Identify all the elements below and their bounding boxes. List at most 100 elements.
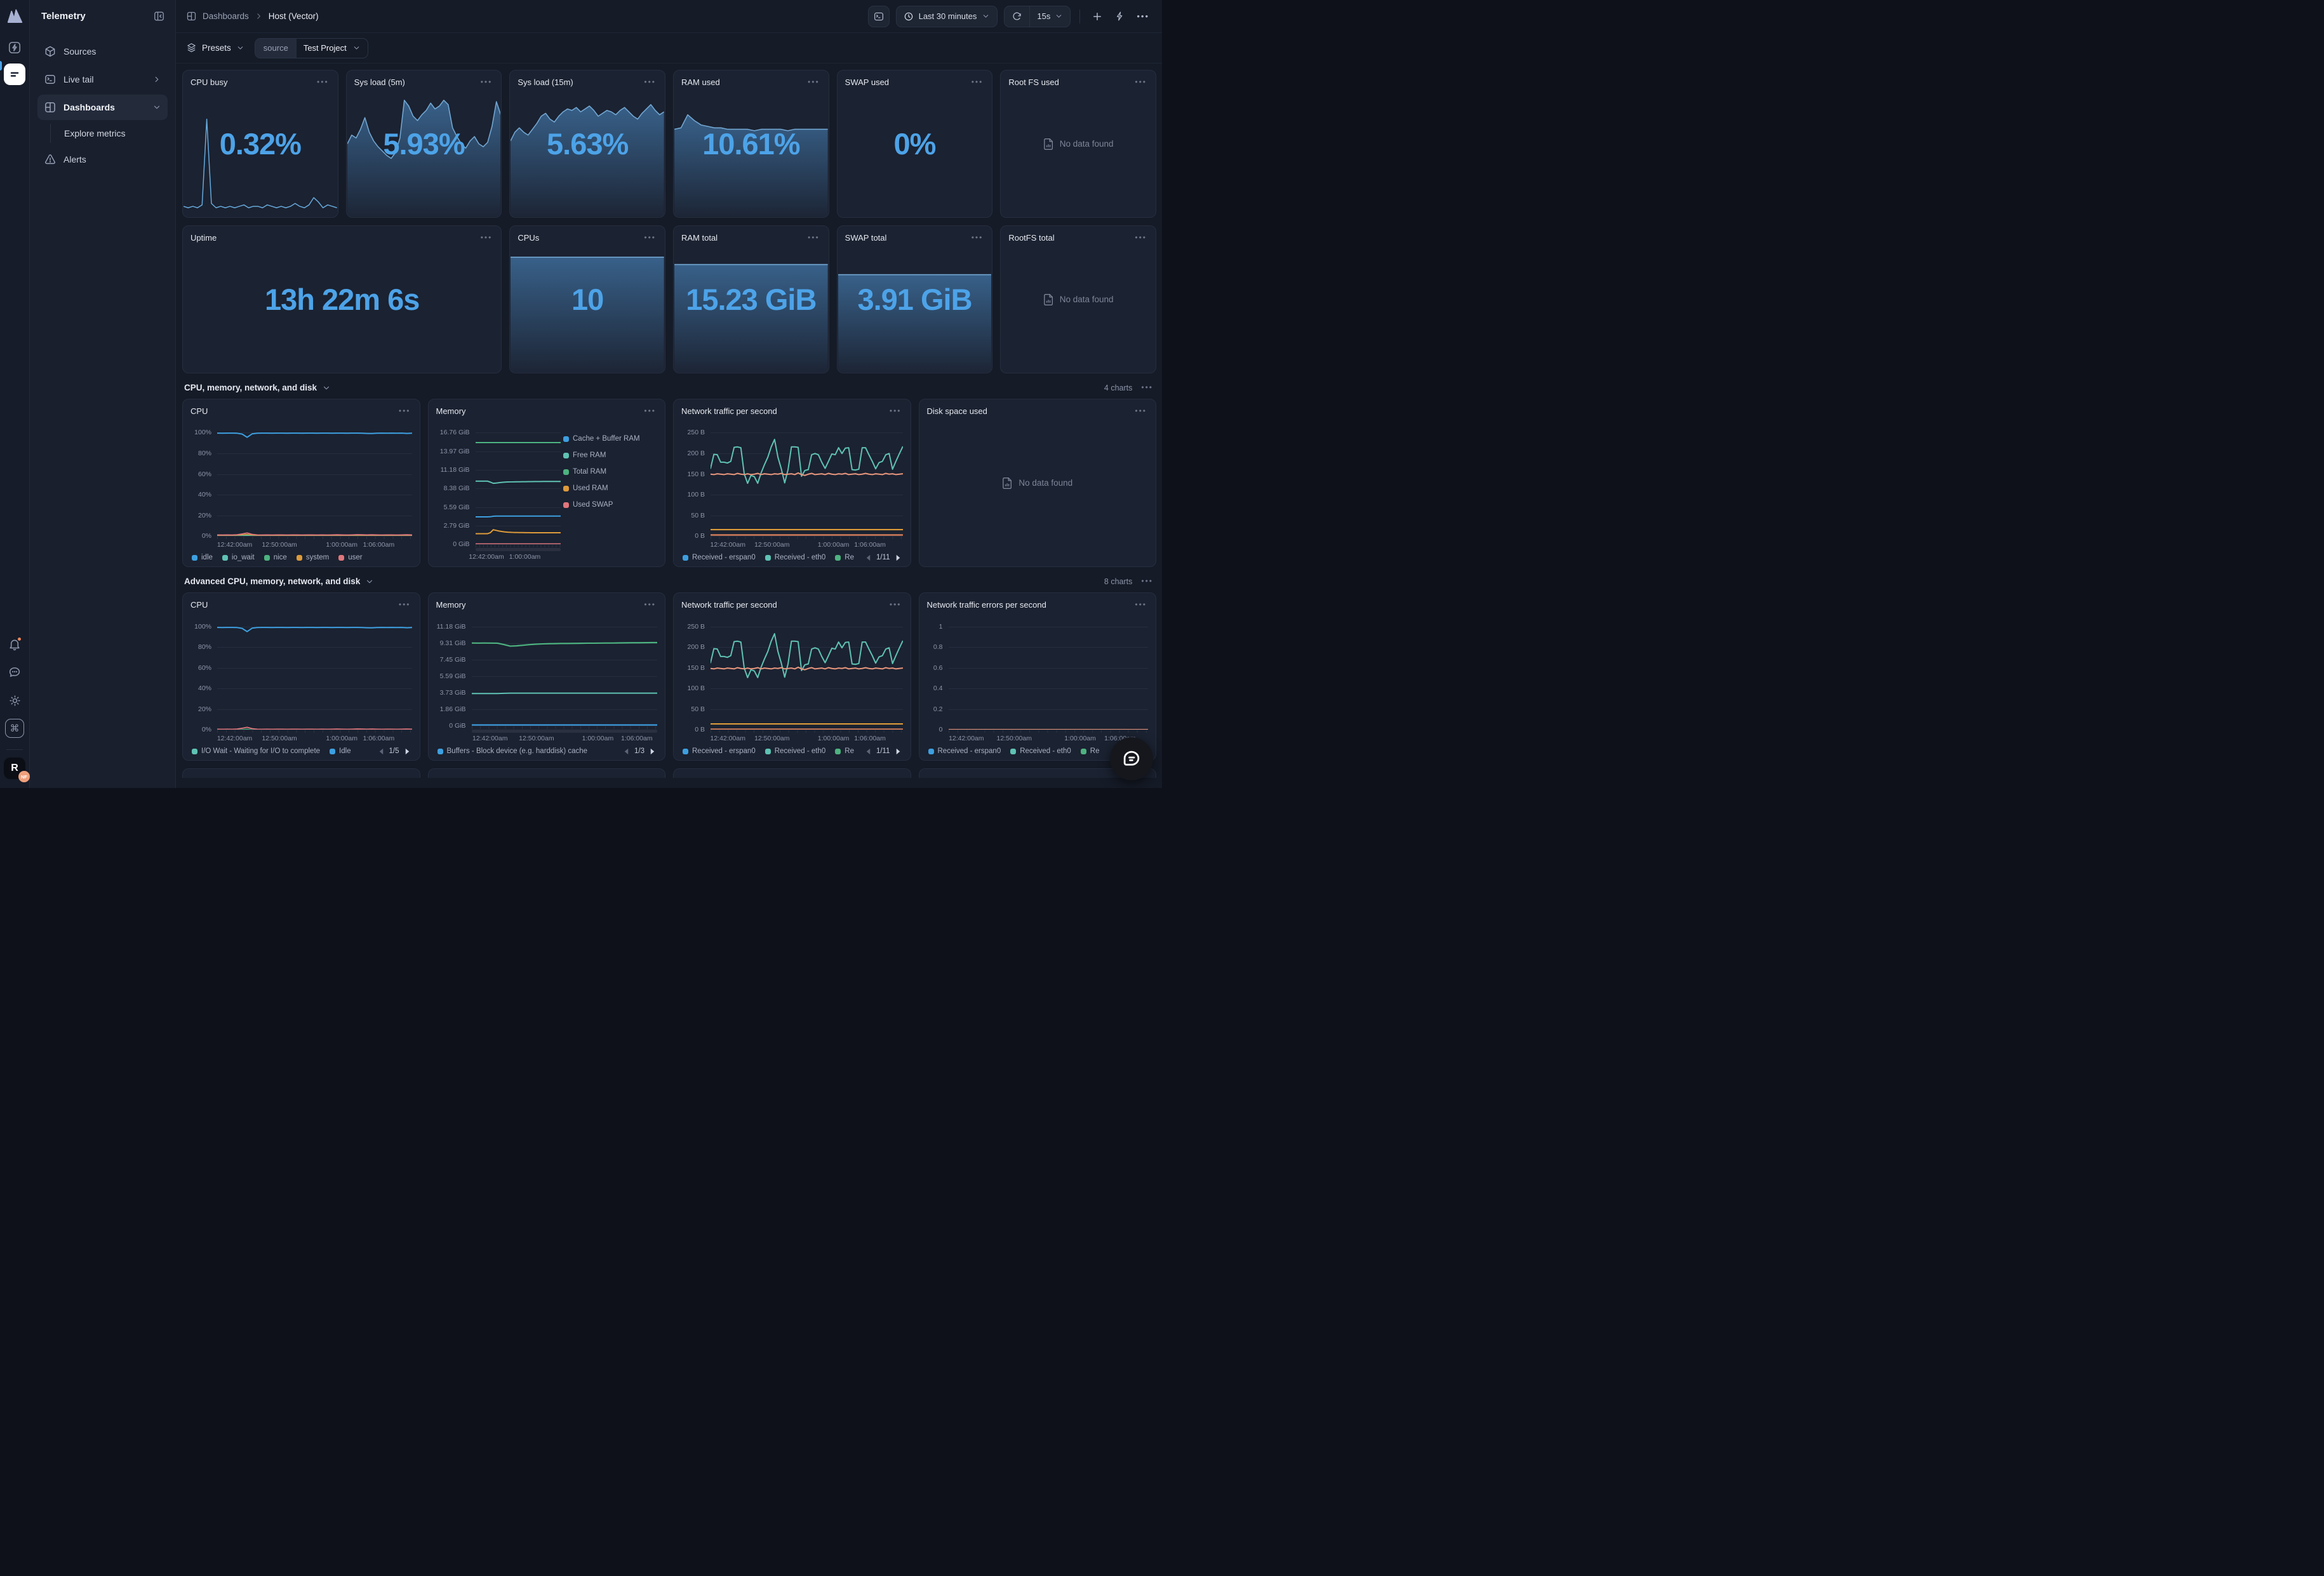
- sidebar-item-sources[interactable]: Sources: [37, 39, 168, 64]
- legend-item[interactable]: Received - eth0: [1010, 747, 1071, 755]
- panel-view-button[interactable]: [868, 6, 890, 27]
- y-tick-label: 0.8: [933, 643, 943, 651]
- plot-area: [949, 627, 1149, 730]
- legend-item[interactable]: I/O Wait - Waiting for I/O to complete: [192, 747, 320, 755]
- panel-menu-button[interactable]: •••: [643, 77, 657, 87]
- legend-item[interactable]: Received - eth0: [765, 554, 826, 561]
- legend-item[interactable]: Free RAM: [563, 451, 657, 459]
- legend-item[interactable]: Total RAM: [563, 468, 657, 476]
- add-panel-button[interactable]: [1089, 8, 1105, 25]
- section-toggle[interactable]: CPU, memory, network, and disk: [184, 383, 331, 392]
- panel-menu-button[interactable]: •••: [643, 406, 657, 416]
- chart-row-2: CPU•••100%80%60%40%20%0%12:42:00am12:50:…: [182, 592, 1156, 761]
- panel-menu-button[interactable]: •••: [888, 406, 903, 416]
- page-next-button[interactable]: [649, 748, 656, 755]
- panel-menu-button[interactable]: •••: [970, 77, 985, 87]
- more-options-button[interactable]: •••: [1134, 9, 1152, 23]
- bolt-square-icon: [8, 41, 22, 55]
- page-next-button[interactable]: [895, 554, 902, 561]
- legend-item[interactable]: io_wait: [222, 554, 255, 561]
- notifications-button[interactable]: [4, 634, 25, 655]
- user-avatar[interactable]: R NF: [4, 758, 25, 779]
- shortcuts-button[interactable]: ⌘: [4, 718, 25, 739]
- legend-swatch: [765, 749, 771, 754]
- panel-menu-button[interactable]: •••: [888, 600, 903, 610]
- refresh-now-button[interactable]: [1005, 6, 1029, 27]
- time-range-selector[interactable]: Last 30 minutes: [896, 6, 998, 27]
- panel-menu-button[interactable]: •••: [1133, 406, 1148, 416]
- panel-menu-button[interactable]: •••: [643, 600, 657, 610]
- section-menu-button[interactable]: •••: [1140, 577, 1154, 586]
- sidebar-item-live-tail[interactable]: Live tail: [37, 67, 168, 92]
- panel-menu-button[interactable]: •••: [1133, 600, 1148, 610]
- theme-toggle-button[interactable]: [4, 690, 25, 711]
- panel-menu-button[interactable]: •••: [806, 77, 821, 87]
- x-tick-label: 12:42:00am: [949, 735, 984, 742]
- y-tick-label: 13.97 GiB: [440, 448, 470, 455]
- y-tick-label: 8.38 GiB: [444, 484, 470, 492]
- page-next-button[interactable]: [895, 748, 902, 755]
- sidebar-item-dashboards[interactable]: Dashboards: [37, 95, 168, 120]
- panel-menu-button[interactable]: •••: [643, 233, 657, 243]
- legend-item[interactable]: user: [338, 554, 362, 561]
- legend-item[interactable]: Buffers - Block device (e.g. harddisk) c…: [437, 747, 588, 755]
- panel-sys-load-5m: Sys load (5m)•••5.93%: [346, 70, 502, 218]
- legend-item[interactable]: Used RAM: [563, 484, 657, 492]
- panel-menu-button[interactable]: •••: [397, 600, 412, 610]
- legend-item[interactable]: Received - erspan0: [928, 747, 1001, 755]
- panel-menu-button[interactable]: •••: [479, 233, 494, 243]
- x-tick-label: 12:42:00am: [217, 735, 252, 742]
- panel-title: CPU: [190, 600, 208, 610]
- panel-header: CPU busy•••: [183, 70, 338, 87]
- legend-item[interactable]: idle: [192, 554, 213, 561]
- panel-menu-button[interactable]: •••: [806, 233, 821, 243]
- y-tick-label: 1: [939, 623, 943, 631]
- collapse-sidebar-button[interactable]: [153, 10, 165, 22]
- legend-swatch: [563, 502, 569, 508]
- legend-item[interactable]: Idle: [330, 747, 351, 755]
- source-filter[interactable]: source Test Project: [255, 38, 368, 58]
- dashboard-scroll-area[interactable]: CPU busy•••0.32%Sys load (5m)•••5.93%Sys…: [176, 63, 1162, 788]
- y-axis-labels: 100%80%60%40%20%0%: [190, 627, 217, 730]
- legend-item[interactable]: Used SWAP: [563, 501, 657, 509]
- breadcrumb-dashboards-link[interactable]: Dashboards: [203, 11, 249, 21]
- rail-quickstart-button[interactable]: [4, 37, 25, 58]
- panel-menu-button[interactable]: •••: [397, 406, 412, 416]
- sidebar-item-explore-metrics[interactable]: Explore metrics: [50, 124, 168, 143]
- page-next-button[interactable]: [404, 748, 411, 755]
- legend-item[interactable]: Re: [835, 554, 854, 561]
- section-toggle[interactable]: Advanced CPU, memory, network, and disk: [184, 577, 374, 586]
- panel-menu-button[interactable]: •••: [316, 77, 330, 87]
- legend-item[interactable]: Received - eth0: [765, 747, 826, 755]
- x-tick-label: 1:00:00am: [582, 735, 614, 742]
- presets-dropdown[interactable]: Presets: [186, 43, 244, 53]
- plot-area: [476, 432, 561, 544]
- page-prev-button[interactable]: [623, 748, 630, 755]
- legend-item[interactable]: Received - erspan0: [683, 747, 756, 755]
- legend-item[interactable]: nice: [264, 554, 287, 561]
- legend-item[interactable]: Cache + Buffer RAM: [563, 435, 657, 443]
- panel-menu-button[interactable]: •••: [970, 233, 985, 243]
- panel-menu-button[interactable]: •••: [479, 77, 494, 87]
- section-menu-button[interactable]: •••: [1140, 383, 1154, 392]
- quick-actions-button[interactable]: [1112, 8, 1128, 24]
- chat-fab[interactable]: [1110, 737, 1153, 780]
- sidebar-item-alerts[interactable]: Alerts: [37, 147, 168, 172]
- page-prev-button[interactable]: [378, 748, 385, 755]
- x-tick-label: 12:42:00am: [710, 541, 745, 549]
- legend-item[interactable]: Re: [835, 747, 854, 755]
- page-prev-button[interactable]: [865, 748, 872, 755]
- legend-item[interactable]: Re: [1081, 747, 1100, 755]
- legend-item[interactable]: system: [297, 554, 329, 561]
- chevron-down-icon: [322, 384, 331, 392]
- panel-title: Network traffic per second: [681, 406, 777, 416]
- panel-menu-button[interactable]: •••: [1133, 233, 1148, 243]
- legend-item[interactable]: Received - erspan0: [683, 554, 756, 561]
- panel-menu-button[interactable]: •••: [1133, 77, 1148, 87]
- page-prev-button[interactable]: [865, 554, 872, 561]
- collapse-panel-icon: [153, 10, 165, 22]
- feedback-button[interactable]: [4, 662, 25, 683]
- breadcrumb: Dashboards Host (Vector): [186, 11, 319, 22]
- rail-telemetry-button[interactable]: [4, 63, 25, 85]
- refresh-interval-button[interactable]: 15s: [1029, 6, 1070, 27]
